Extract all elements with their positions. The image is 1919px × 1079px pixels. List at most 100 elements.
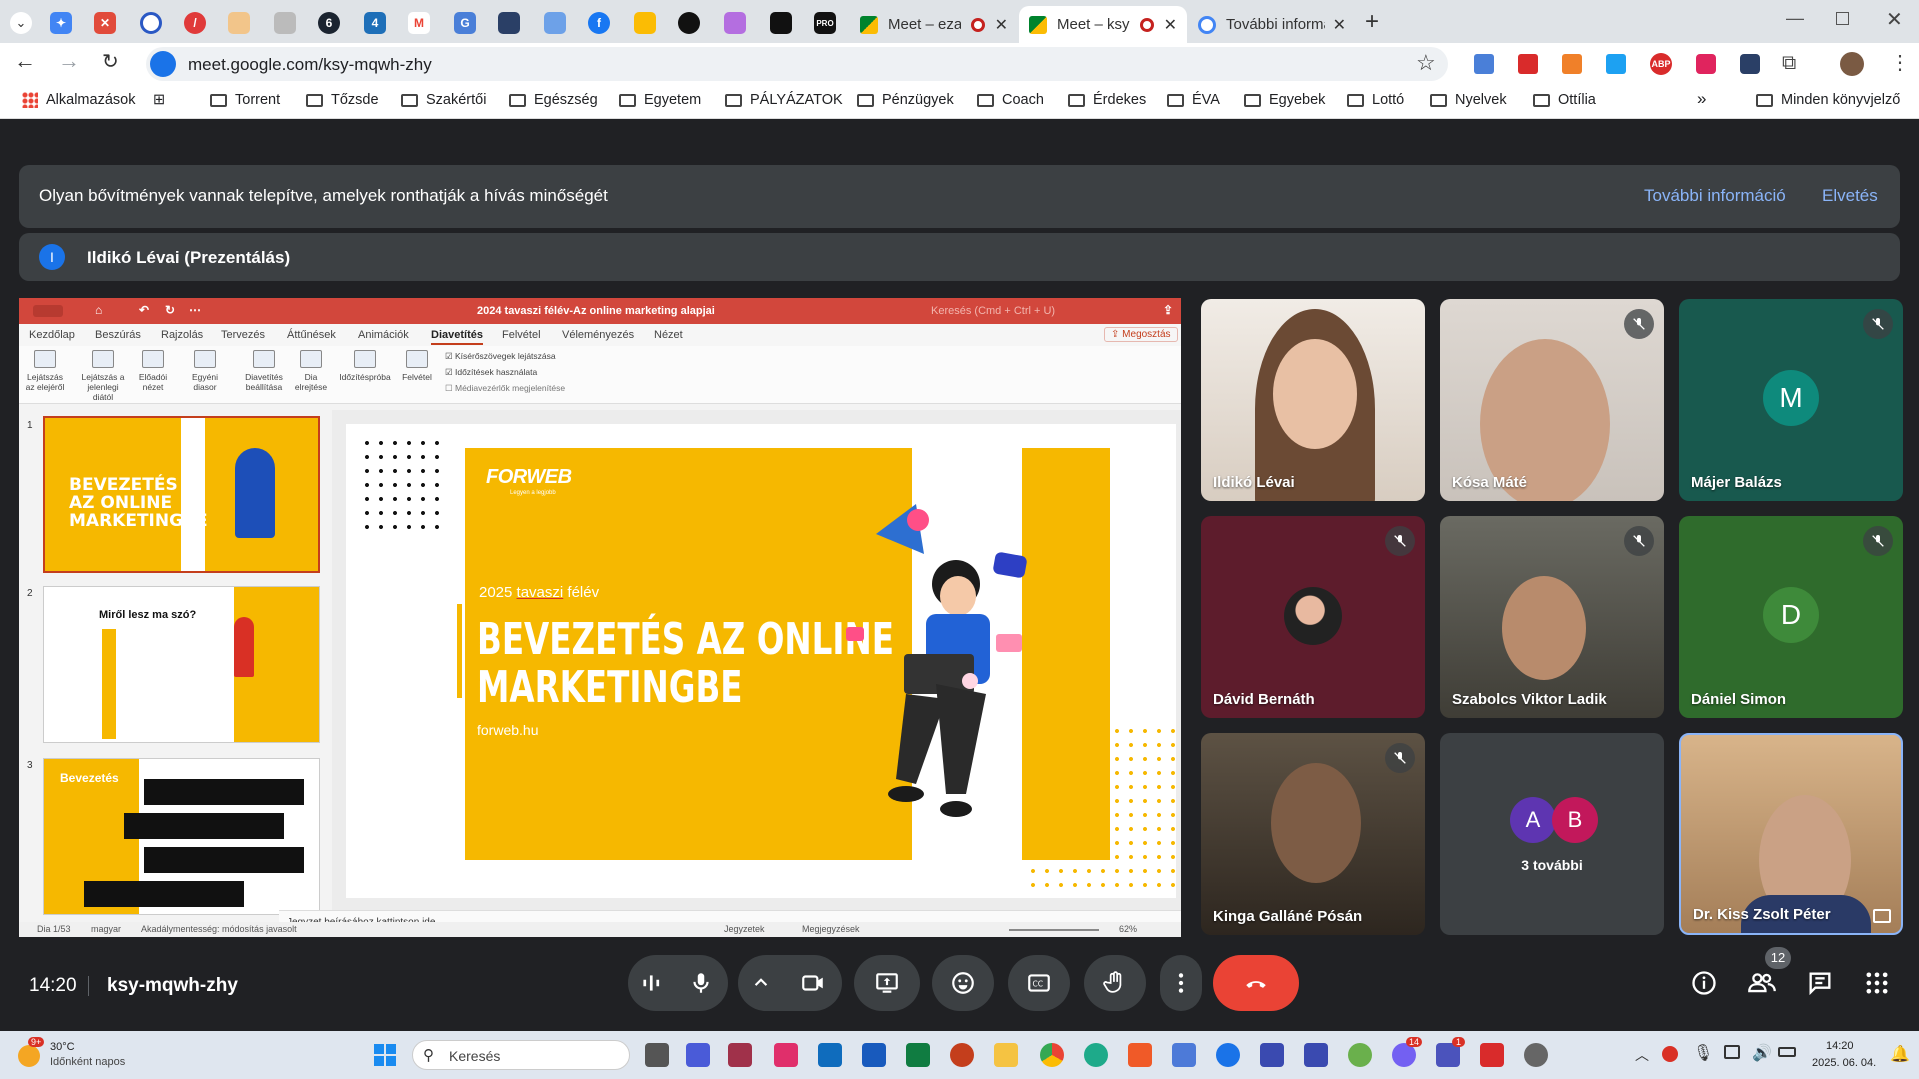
redo-icon[interactable]: ↻ (165, 303, 175, 317)
leave-call-button[interactable] (1213, 955, 1299, 1011)
pinned-tab-icon[interactable]: 4 (364, 12, 386, 34)
viber-icon[interactable]: 14 (1392, 1037, 1423, 1067)
participant-tile[interactable]: Kinga Galláné Pósán (1201, 733, 1425, 935)
bookmark-folder[interactable]: Nyelvek (1430, 92, 1507, 108)
start-button[interactable] (374, 1044, 396, 1066)
participant-tile[interactable]: Szabolcs Viktor Ladik (1440, 516, 1664, 718)
video-extension-icon[interactable] (1696, 54, 1716, 74)
forward-arrow-icon[interactable]: → (58, 48, 80, 74)
slide-thumbnail-3[interactable]: Bevezetés (43, 758, 320, 915)
participant-tile[interactable]: D Dániel Simon (1679, 516, 1903, 718)
bookmark-folder[interactable]: Érdekes (1068, 92, 1146, 108)
tray-chevron-icon[interactable]: ︿ (1635, 1045, 1649, 1065)
ribbon-tab[interactable]: Véleményezés (562, 329, 634, 341)
hide-slide-button[interactable]: Dia elrejtése (293, 350, 329, 392)
bookmark-folder[interactable]: Egészség (509, 92, 598, 108)
share-icon[interactable]: ⇪ (1163, 303, 1173, 317)
pinned-tab-icon[interactable]: 6 (318, 12, 340, 34)
ribbon-tab[interactable]: Animációk (358, 329, 409, 341)
pinned-tab-icon[interactable] (274, 12, 296, 34)
zoom-slider[interactable] (1009, 929, 1099, 931)
bookmark-apps[interactable]: Alkalmazások (22, 92, 135, 108)
new-tab-button[interactable]: + (1365, 8, 1379, 36)
chat-button[interactable] (1806, 969, 1834, 1002)
rehearse-timings-button[interactable]: Időzítéspróba (337, 350, 393, 382)
pinned-tab-icon[interactable] (770, 12, 792, 34)
status-accessibility[interactable]: Akadálymentesség: módosítás javasolt (141, 924, 297, 934)
main-slide[interactable]: FORWEB Legyen a legjobb 2025 tavaszi fél… (346, 424, 1176, 898)
outlook-icon[interactable] (818, 1043, 842, 1067)
ribbon-tab[interactable]: Tervezés (221, 329, 265, 341)
undo-icon[interactable]: ↶ (139, 303, 149, 317)
taskbar-app-icon[interactable] (1480, 1043, 1504, 1067)
pinned-tab-icon[interactable] (634, 12, 656, 34)
taskbar-app-icon[interactable] (1260, 1043, 1284, 1067)
file-explorer-icon[interactable] (994, 1043, 1018, 1067)
ribbon-tab[interactable]: Kezdőlap (29, 329, 75, 341)
metamask-extension-icon[interactable] (1562, 54, 1582, 74)
activities-button[interactable] (1863, 969, 1891, 1002)
bookmark-folder[interactable]: Egyetem (619, 92, 701, 108)
pinned-tab-icon[interactable] (140, 12, 162, 34)
taskbar-app-icon[interactable] (686, 1043, 710, 1067)
banner-dismiss-link[interactable]: Elvetés (1822, 186, 1878, 206)
ribbon-tab[interactable]: Felvétel (502, 329, 541, 341)
ribbon-tab[interactable]: Áttűnések (287, 329, 336, 341)
close-tab-icon[interactable]: ✕ (1333, 15, 1346, 35)
tray-network-icon[interactable] (1724, 1045, 1740, 1059)
clock-date[interactable]: 2025. 06. 04. (1812, 1057, 1876, 1069)
settings-icon[interactable] (1524, 1043, 1548, 1067)
more-bookmarks-button[interactable]: » (1697, 89, 1706, 109)
meeting-details-button[interactable] (1690, 969, 1718, 1002)
excel-icon[interactable] (906, 1043, 930, 1067)
more-icon[interactable]: ⋯ (189, 303, 201, 317)
powerpoint-icon[interactable] (950, 1043, 974, 1067)
taskbar-app-icon[interactable] (1216, 1043, 1240, 1067)
people-button[interactable]: 12 (1747, 947, 1791, 1002)
ribbon-tab[interactable]: Beszúrás (95, 329, 141, 341)
bookmark-folder[interactable]: Szakértői (401, 92, 486, 108)
pinned-tab-icon[interactable] (498, 12, 520, 34)
tab-more-info[interactable]: További információ ✕ (1188, 6, 1356, 43)
chrome-icon[interactable] (1040, 1043, 1064, 1067)
tab-meet-eza[interactable]: Meet – eza-bq ✕ (850, 6, 1018, 43)
microphone-button[interactable] (674, 955, 728, 1011)
brave-icon[interactable] (1128, 1043, 1152, 1067)
pinned-tab-icon[interactable] (544, 12, 566, 34)
more-options-button[interactable] (1160, 955, 1202, 1011)
participant-tile[interactable]: Dávid Bernáth (1201, 516, 1425, 718)
camera-options-button[interactable] (738, 955, 784, 1011)
apps-launcher-icon[interactable]: ⊞ (153, 92, 165, 108)
bookmark-star-icon[interactable]: ☆ (1416, 50, 1436, 76)
weather-widget[interactable]: 9+ 30°C Időnként napos (18, 1037, 158, 1071)
pinned-tab-icon[interactable]: / (184, 12, 206, 34)
bookmark-folder[interactable]: ÉVA (1167, 92, 1220, 108)
pinned-tab-icon[interactable] (724, 12, 746, 34)
close-tab-icon[interactable]: ✕ (995, 15, 1008, 35)
reactions-button[interactable] (932, 955, 994, 1011)
slide-thumbnail-1[interactable]: BEVEZETÉS AZ ONLINE MARKETINGBE (43, 416, 320, 573)
taskbar-app-icon[interactable] (774, 1043, 798, 1067)
pinned-tab-icon[interactable]: ✦ (50, 12, 72, 34)
pinned-tab-icon[interactable] (678, 12, 700, 34)
status-comments[interactable]: Megjegyzések (802, 924, 860, 934)
tray-volume-icon[interactable]: 🔊 (1752, 1043, 1772, 1063)
translate-extension-icon[interactable] (1474, 54, 1494, 74)
share-button[interactable]: ⇪ Megosztás (1104, 327, 1178, 342)
reload-icon[interactable]: ↻ (102, 49, 119, 74)
window-restore-icon[interactable] (1836, 12, 1849, 25)
camera-button[interactable] (784, 955, 842, 1011)
ppt-window-controls[interactable] (33, 305, 63, 317)
profile-avatar[interactable] (1840, 52, 1864, 76)
tray-app-icon[interactable] (1662, 1046, 1678, 1062)
back-arrow-icon[interactable]: ← (14, 48, 36, 74)
present-screen-button[interactable] (854, 955, 920, 1011)
tab-search-button[interactable]: ⌄ (10, 12, 32, 34)
custom-show-button[interactable]: Egyéni diasor (185, 350, 225, 392)
presenter-view-button[interactable]: Előadói nézet (137, 350, 169, 392)
participant-tile[interactable]: M Májer Balázs (1679, 299, 1903, 501)
ribbon-tab-active[interactable]: Diavetítés (431, 329, 483, 345)
bookmark-folder[interactable]: Coach (977, 92, 1044, 108)
captions-button[interactable]: CC (1008, 955, 1070, 1011)
extensions-puzzle-icon[interactable]: ⧉ (1782, 52, 1796, 75)
